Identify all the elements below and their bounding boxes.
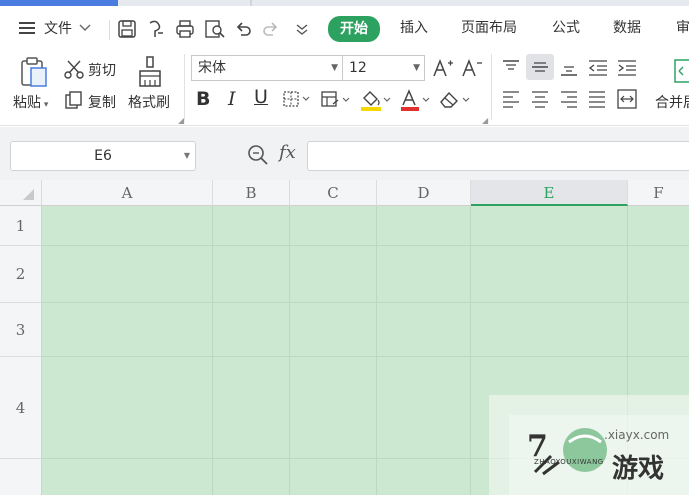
tab-home[interactable]: 开始 <box>328 16 380 42</box>
row-header-4[interactable]: 4 <box>0 357 42 459</box>
font-size-select[interactable]: 12 ▼ <box>342 55 425 81</box>
row-header-1[interactable]: 1 <box>0 206 42 246</box>
print-icon[interactable] <box>175 19 195 39</box>
align-right-icon[interactable] <box>559 90 579 108</box>
gridline <box>42 356 689 357</box>
tab-review[interactable]: 审 <box>676 18 689 38</box>
font-size-value: 12 <box>349 60 367 76</box>
row-header-3[interactable]: 3 <box>0 303 42 357</box>
gridline <box>42 302 689 303</box>
italic-button[interactable]: I <box>228 88 236 110</box>
name-box-value: E6 <box>94 148 112 164</box>
tab-formulas[interactable]: 公式 <box>552 18 580 38</box>
formula-input[interactable] <box>307 141 689 171</box>
watermark-site: .xiayx.com <box>604 428 670 442</box>
column-header-c[interactable]: C <box>290 180 377 206</box>
font-name-select[interactable]: 宋体 ▼ <box>191 55 343 81</box>
ribbon-divider <box>491 54 492 120</box>
justify-icon[interactable] <box>587 90 607 108</box>
gridline <box>42 245 689 246</box>
copy-button[interactable]: 复制 <box>88 92 116 112</box>
insert-function-button[interactable]: fx <box>279 142 296 163</box>
cell-style-icon[interactable] <box>320 90 352 110</box>
save-icon[interactable] <box>117 19 137 39</box>
column-header-d[interactable]: D <box>377 180 471 206</box>
eraser-icon[interactable] <box>438 88 472 110</box>
paste-icon[interactable] <box>19 56 49 88</box>
copy-icon <box>65 91 82 109</box>
font-name-value: 宋体 <box>198 60 226 76</box>
watermark-logo: 7 <box>527 428 607 476</box>
font-color-icon[interactable] <box>399 88 433 112</box>
menu-bar: 文件 开始 插入 页面布局 公式 数据 审 <box>0 6 689 50</box>
gridline <box>376 206 377 495</box>
gridline <box>289 206 290 495</box>
column-header-f[interactable]: F <box>628 180 689 206</box>
gridline <box>212 206 213 495</box>
redo-icon[interactable] <box>262 20 280 38</box>
chevron-down-icon[interactable]: ▼ <box>184 142 190 170</box>
export-pdf-icon[interactable] <box>146 19 166 39</box>
fill-color-icon[interactable] <box>359 88 393 112</box>
gridline <box>470 206 471 495</box>
hamburger-menu-icon <box>19 22 35 34</box>
tab-page-layout[interactable]: 页面布局 <box>461 18 517 38</box>
decrease-font-size-icon[interactable] <box>461 58 483 78</box>
align-center-icon[interactable] <box>530 90 550 108</box>
paste-button[interactable]: 粘贴 ▾ <box>13 92 48 112</box>
tab-data[interactable]: 数据 <box>613 18 641 38</box>
paste-label: 粘贴 <box>13 95 41 111</box>
align-middle-icon <box>532 62 548 72</box>
file-menu-label: 文件 <box>44 21 72 37</box>
ribbon-divider <box>184 54 185 120</box>
ribbon-home: 粘贴 ▾ 剪切 复制 格式刷 ◢ 宋体▼ 12▼ B I U ◢ 合并居 <box>0 50 689 126</box>
select-all-icon <box>23 189 34 200</box>
watermark-brand: 游戏 <box>612 454 665 484</box>
merge-center-icon[interactable] <box>673 58 689 86</box>
column-header-e[interactable]: E <box>471 180 628 206</box>
name-box[interactable]: E6 ▼ <box>10 141 196 171</box>
merge-center-button[interactable]: 合并居 <box>655 92 689 112</box>
format-painter-button[interactable]: 格式刷 <box>128 92 170 112</box>
format-painter-icon[interactable] <box>136 56 164 88</box>
distributed-align-icon[interactable] <box>616 88 638 110</box>
borders-icon[interactable] <box>282 90 312 108</box>
align-left-icon[interactable] <box>501 90 521 108</box>
underline-button[interactable]: U <box>254 86 268 108</box>
tab-insert[interactable]: 插入 <box>400 18 428 38</box>
chevron-down-icon <box>79 24 91 31</box>
row-header-2[interactable]: 2 <box>0 246 42 303</box>
column-header-b[interactable]: B <box>213 180 290 206</box>
undo-icon[interactable] <box>234 20 252 38</box>
bold-button[interactable]: B <box>196 88 210 110</box>
quick-access-more-icon[interactable] <box>294 22 310 36</box>
align-bottom-icon[interactable] <box>559 59 579 77</box>
font-group-launcher[interactable]: ◢ <box>482 116 488 125</box>
formula-bar: E6 ▼ fx <box>0 127 689 182</box>
print-preview-icon[interactable] <box>204 19 226 39</box>
select-all-corner[interactable] <box>0 180 42 206</box>
align-top-icon[interactable] <box>501 59 521 77</box>
menu-divider <box>109 20 110 40</box>
watermark-pinyin: ZHAOYOUXIWANG <box>534 458 604 466</box>
zoom-search-icon[interactable] <box>247 144 269 166</box>
increase-font-size-icon[interactable] <box>432 58 454 78</box>
chevron-down-icon: ▼ <box>413 63 420 73</box>
column-header-a[interactable]: A <box>42 180 213 206</box>
chevron-down-icon: ▼ <box>331 63 338 73</box>
cut-button[interactable]: 剪切 <box>88 60 116 80</box>
file-menu-button[interactable]: 文件 <box>18 16 92 40</box>
scissors-icon <box>64 60 84 79</box>
align-middle-button[interactable] <box>526 54 554 80</box>
row-header-5[interactable] <box>0 459 42 495</box>
increase-indent-icon[interactable] <box>616 58 638 78</box>
decrease-indent-icon[interactable] <box>587 58 609 78</box>
